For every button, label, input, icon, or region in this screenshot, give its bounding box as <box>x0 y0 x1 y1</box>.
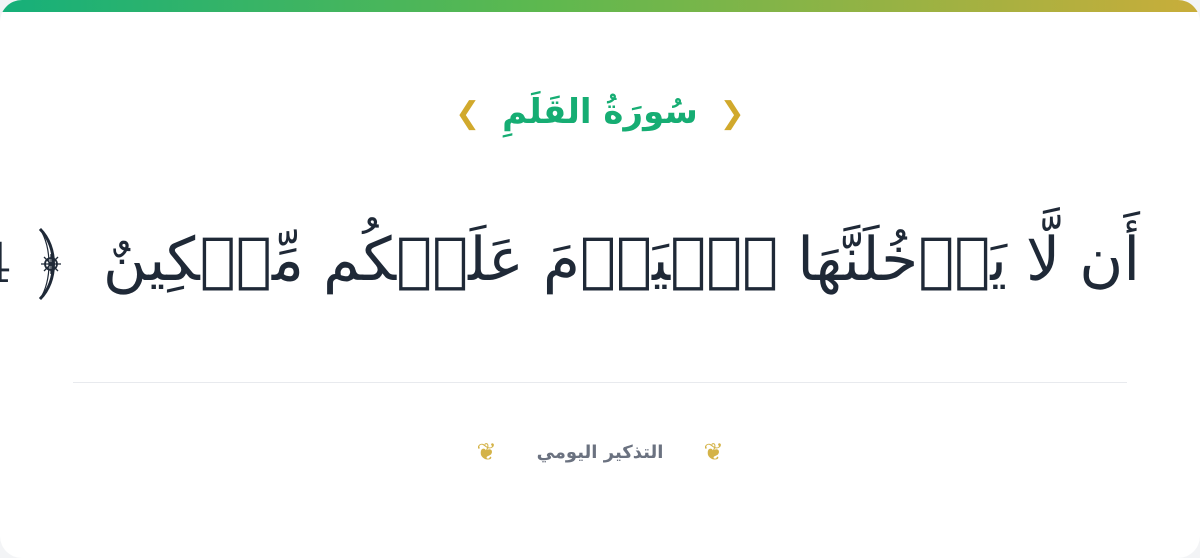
verse-text: أَن لَّا يَدۡخُلَنَّهَا ٱلۡيَوۡمَ عَلَيۡ… <box>102 225 1140 295</box>
ornament-open-icon: ❮ <box>719 95 745 131</box>
ornament-close-icon: ❯ <box>455 95 481 131</box>
verse-card: ❮ سُورَةُ القَلَمِ ❯ أَن لَّا يَدۡخُلَنَ… <box>0 0 1200 558</box>
footer: ❦ التذكير اليومي ❦ <box>0 440 1200 464</box>
ayah-bracket-right-icon <box>38 228 61 301</box>
floral-heart-icon: ❦ <box>703 438 724 466</box>
surah-header: ❮ سُورَةُ القَلَمِ ❯ <box>0 88 1200 138</box>
ayah-marker: 24 <box>0 214 66 314</box>
verse-line: أَن لَّا يَدۡخُلَنَّهَا ٱلۡيَوۡمَ عَلَيۡ… <box>0 210 1140 314</box>
ayah-number: 24 <box>0 214 12 314</box>
surah-title: سُورَةُ القَلَمِ <box>502 92 698 132</box>
floral-heart-icon: ❦ <box>476 438 497 466</box>
divider <box>73 382 1127 383</box>
accent-bar <box>0 0 1200 12</box>
daily-reminder-label: التذكير اليومي <box>536 441 664 463</box>
